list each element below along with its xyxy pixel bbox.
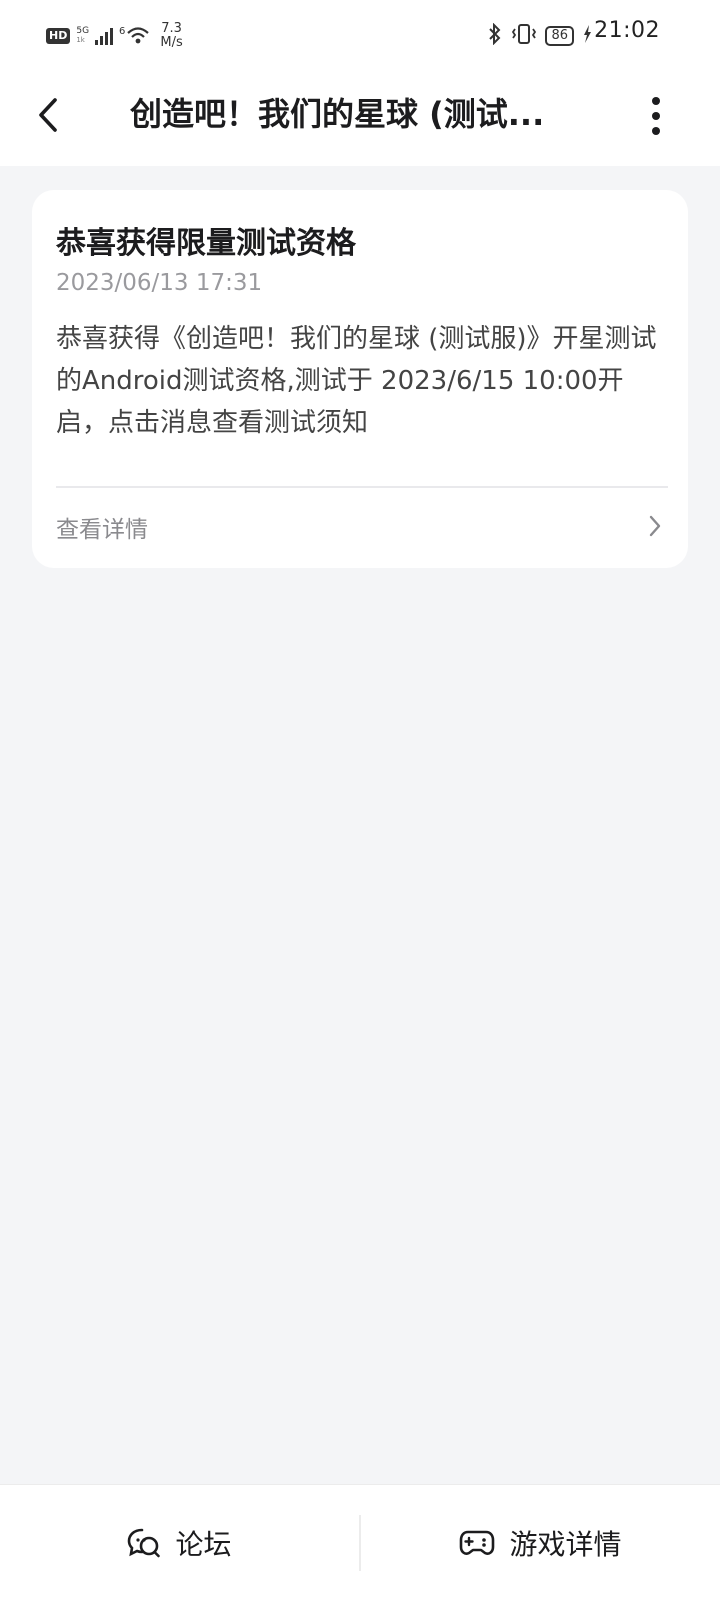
message-body: 恭喜获得《创造吧！我们的星球 (测试服)》开星测试的Android测试资格,测试…: [56, 324, 657, 438]
bluetooth-icon: [487, 22, 503, 49]
app-header: 创造吧！我们的星球 (测试...: [0, 68, 720, 166]
status-bar: HD 5G 1k 6 7.3 M/s 86 21:02: [0, 0, 720, 68]
vibrate-icon: [511, 23, 537, 49]
more-icon: [652, 97, 660, 105]
speed-unit: M/s: [160, 35, 183, 50]
charging-icon: [582, 24, 592, 48]
message-card[interactable]: 恭喜获得限量测试资格 2023/06/13 17:31 恭喜获得《创造吧！我们的…: [32, 190, 688, 568]
back-icon: [39, 98, 57, 132]
forum-icon: [128, 1528, 161, 1558]
forum-button[interactable]: 论坛: [0, 1485, 359, 1601]
forum-label: 论坛: [175, 1528, 232, 1561]
message-title: 恭喜获得限量测试资格: [56, 226, 356, 261]
page-title: 创造吧！我们的星球 (测试...: [130, 95, 545, 133]
status-right: 86: [487, 20, 592, 52]
gamepad-icon: [460, 1530, 495, 1555]
chevron-right-icon: [648, 514, 662, 542]
bottom-action-bar: 论坛 游戏详情: [0, 1484, 720, 1601]
view-details-row[interactable]: 查看详情: [32, 488, 688, 568]
battery-icon: 86: [545, 26, 574, 46]
more-button[interactable]: [644, 90, 668, 142]
network-1k-label: 1k: [76, 36, 85, 44]
signal-icon: [95, 27, 114, 45]
back-button[interactable]: [28, 90, 68, 140]
network-5g-label: 5G: [76, 26, 90, 36]
hd-icon: HD: [46, 28, 71, 44]
message-time: 2023/06/13 17:31: [56, 270, 263, 296]
clock: 21:02: [594, 18, 660, 43]
wifi-sup-label: 6: [119, 26, 126, 37]
view-details-label: 查看详情: [56, 517, 148, 543]
game-details-button[interactable]: 游戏详情: [361, 1485, 720, 1601]
speed-value: 7.3: [161, 21, 182, 36]
network-speed: 7.3 M/s: [160, 22, 182, 50]
status-left: HD 5G 1k 6 7.3 M/s: [46, 20, 183, 52]
network-type: 5G 1k: [76, 27, 89, 45]
game-details-label: 游戏详情: [509, 1528, 622, 1561]
wifi-icon: 6: [119, 26, 150, 46]
